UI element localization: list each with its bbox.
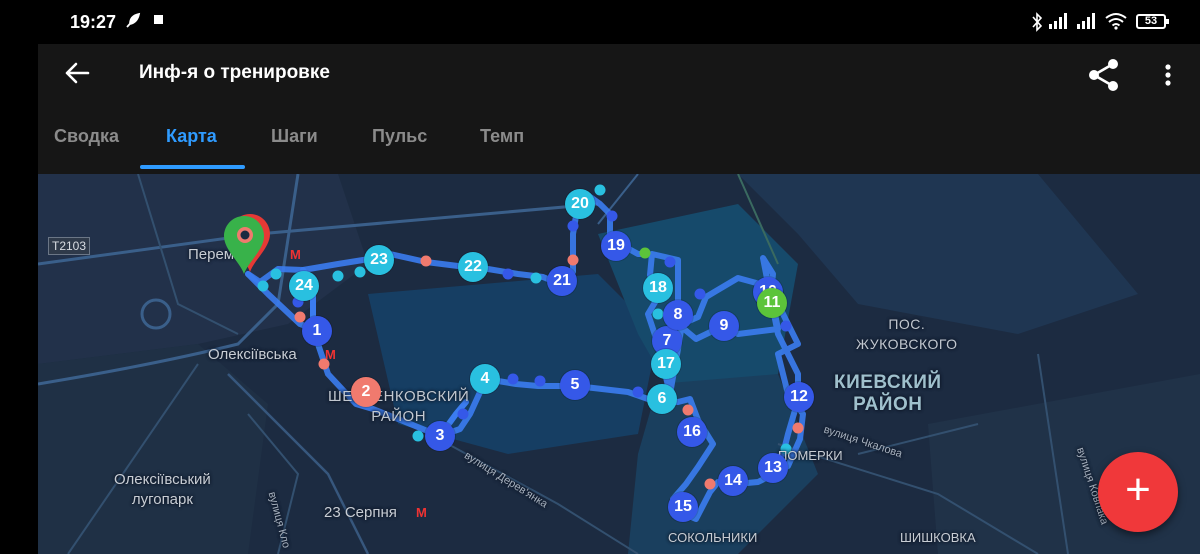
- split-marker[interactable]: 11: [757, 288, 787, 318]
- split-marker[interactable]: 6: [647, 384, 677, 414]
- status-bar: 19:27 53: [0, 0, 1200, 44]
- metro-icon: М: [416, 505, 427, 520]
- tab-summary[interactable]: Сводка: [54, 126, 119, 147]
- metro-icon: М: [290, 247, 301, 262]
- tab-pace[interactable]: Темп: [480, 126, 524, 147]
- split-marker[interactable]: 12: [784, 382, 814, 412]
- map-label-sokolniki: СОКОЛЬНИКИ: [668, 530, 758, 545]
- map-label-23-serpnya: 23 Серпня: [324, 504, 397, 521]
- route-dot: [294, 311, 306, 323]
- map-label-pomerki: ПОМЕРКИ: [778, 448, 843, 463]
- split-marker[interactable]: 22: [458, 252, 488, 282]
- route-dot: [502, 268, 514, 280]
- route-dot: [639, 247, 651, 259]
- split-marker[interactable]: 18: [643, 273, 673, 303]
- route-dot: [567, 220, 579, 232]
- split-marker[interactable]: 13: [758, 453, 788, 483]
- map-label-shishkovka: ШИШКОВКА: [900, 530, 976, 545]
- split-marker[interactable]: 5: [560, 370, 590, 400]
- split-marker[interactable]: 15: [668, 492, 698, 522]
- metro-icon: М: [325, 347, 336, 362]
- route-dot: [354, 266, 366, 278]
- share-button[interactable]: [1085, 56, 1123, 94]
- route-dot: [507, 373, 519, 385]
- route-dot: [664, 256, 676, 268]
- map-label-district-shevchenkovsky: ШЕВЧЕНКОВСКИЙ РАЙОН: [328, 388, 470, 425]
- map-label-oleksiivska: Олексіївська: [208, 346, 297, 363]
- split-marker[interactable]: 20: [565, 189, 595, 219]
- route-dot: [332, 270, 344, 282]
- split-marker[interactable]: 2: [351, 377, 381, 407]
- feather-icon: [124, 12, 142, 35]
- route-dot: [780, 320, 792, 332]
- split-marker[interactable]: 14: [718, 466, 748, 496]
- battery-indicator: 53: [1136, 14, 1169, 29]
- route-dot: [606, 210, 618, 222]
- route-dot: [270, 268, 282, 280]
- split-marker[interactable]: 4: [470, 364, 500, 394]
- tab-bar: Сводка Карта Шаги Пульс Темп: [38, 122, 1200, 174]
- arrow-left-icon: [65, 62, 90, 84]
- route-dot: [704, 478, 716, 490]
- signal-icon: [1076, 12, 1098, 35]
- app-bar: Инф-я о тренировке Сводка Карта Шаги Пул…: [38, 44, 1200, 174]
- split-marker[interactable]: 8: [663, 300, 693, 330]
- location-pin-icon[interactable]: [224, 212, 270, 276]
- signal-icon: [1048, 12, 1070, 35]
- plus-icon: +: [1125, 465, 1151, 514]
- route-dot: [534, 375, 546, 387]
- split-marker[interactable]: 23: [364, 245, 394, 275]
- route-dot: [682, 404, 694, 416]
- split-marker[interactable]: 1: [302, 316, 332, 346]
- tab-map[interactable]: Карта: [166, 126, 217, 147]
- bluetooth-icon: [1030, 12, 1044, 37]
- route-dot: [652, 308, 664, 320]
- map-label-district-kievsky: КИЕВСКИЙ РАЙОН: [834, 372, 942, 415]
- back-button[interactable]: [62, 58, 92, 88]
- more-vertical-icon: [1165, 64, 1171, 86]
- tab-pulse[interactable]: Пульс: [372, 126, 427, 147]
- wifi-icon: [1104, 12, 1128, 35]
- more-options-button[interactable]: [1158, 60, 1178, 90]
- route-dot: [594, 184, 606, 196]
- route-dot: [420, 255, 432, 267]
- add-button[interactable]: +: [1098, 452, 1178, 532]
- split-marker[interactable]: 21: [547, 266, 577, 296]
- road-badge: T2103: [48, 237, 91, 255]
- split-marker[interactable]: 17: [651, 349, 681, 379]
- tab-steps[interactable]: Шаги: [271, 126, 318, 147]
- page-title: Инф-я о тренировке: [139, 62, 330, 83]
- route-dot: [567, 254, 579, 266]
- split-marker[interactable]: 24: [289, 271, 319, 301]
- route-dot: [530, 272, 542, 284]
- active-tab-indicator: [140, 165, 245, 169]
- route-dot: [412, 430, 424, 442]
- share-icon: [1089, 59, 1118, 91]
- route-dot: [792, 422, 804, 434]
- map-label-park: Олексіївський лугопарк: [114, 471, 211, 508]
- status-time: 19:27: [70, 12, 117, 32]
- route-dot: [257, 280, 269, 292]
- split-marker[interactable]: 19: [601, 231, 631, 261]
- split-marker[interactable]: 9: [709, 311, 739, 341]
- map-label-pos-zhukovskogo: ПОС. ЖУКОВСКОГО: [856, 316, 958, 352]
- route-dot: [694, 288, 706, 300]
- square-icon: [153, 12, 165, 30]
- route-map[interactable]: T2103 Перемога М Олексіївська М ШЕВЧЕНКО…: [38, 174, 1200, 554]
- route-dot: [632, 386, 644, 398]
- split-marker[interactable]: 16: [677, 417, 707, 447]
- split-marker[interactable]: 3: [425, 421, 455, 451]
